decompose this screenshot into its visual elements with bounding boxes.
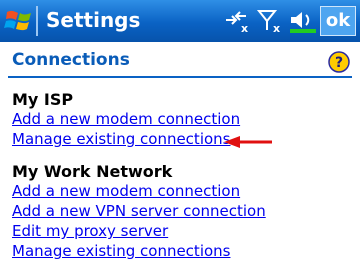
link-isp-manage[interactable]: Manage existing connections	[12, 130, 230, 148]
svg-text:?: ?	[335, 55, 343, 71]
group-heading-my-isp: My ISP	[12, 90, 74, 109]
link-isp-add-modem[interactable]: Add a new modem connection	[12, 110, 240, 128]
svg-text:x: x	[241, 22, 248, 34]
signal-off-icon[interactable]: x	[256, 8, 286, 35]
page-title: Connections	[12, 50, 130, 70]
windows-flag-icon[interactable]	[4, 6, 34, 36]
svg-text:x: x	[273, 22, 280, 34]
title-bar: Settings x x ok	[0, 0, 360, 42]
link-work-edit-proxy[interactable]: Edit my proxy server	[12, 222, 168, 240]
title-separator	[36, 6, 38, 36]
link-work-manage[interactable]: Manage existing connections	[12, 242, 230, 260]
help-icon[interactable]: ?	[328, 51, 350, 73]
ok-button[interactable]: ok	[320, 6, 356, 36]
window-title: Settings	[46, 8, 141, 32]
volume-icon[interactable]	[288, 8, 318, 34]
red-arrow-icon	[224, 134, 274, 148]
link-work-add-vpn[interactable]: Add a new VPN server connection	[12, 202, 266, 220]
group-heading-my-work-network: My Work Network	[12, 162, 173, 181]
link-work-add-modem[interactable]: Add a new modem connection	[12, 182, 240, 200]
connectivity-icon[interactable]: x	[222, 8, 252, 35]
header-divider	[8, 76, 352, 78]
